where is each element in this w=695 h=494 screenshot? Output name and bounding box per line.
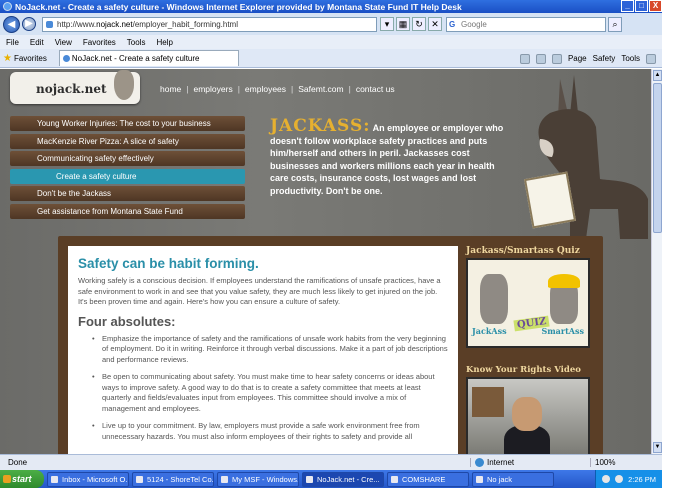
page-menu[interactable]: Page [568,54,587,63]
address-row: ◀ ▶ http://www.nojack.net/employer_habit… [0,13,662,35]
status-bar: Done Internet 100% [0,454,662,470]
clipboard-image [523,171,577,229]
content-subheading: Four absolutes: [78,313,176,329]
compat-icon[interactable]: ▦ [396,17,410,31]
tray-icon[interactable] [615,475,624,483]
menu-favorites[interactable]: Favorites [83,38,116,47]
scroll-down-icon[interactable]: ▼ [653,442,662,453]
jackass-donkey-icon [480,274,508,324]
hardhat-icon [548,274,580,288]
scroll-thumb[interactable] [653,83,662,233]
tab-row: ★ Favorites NoJack.net - Create a safety… [0,49,662,68]
scroll-up-icon[interactable]: ▲ [653,70,662,81]
taskbar: start Inbox - Microsoft O... 5124 - Shor… [0,470,662,488]
sidebar-item-assistance[interactable]: Get assistance from Montana State Fund [10,203,245,219]
tools-menu[interactable]: Tools [621,54,640,63]
nav-contact[interactable]: contact us [356,84,395,94]
print-icon[interactable] [551,53,562,64]
jackass-word: JACKASS: [270,116,371,136]
search-input[interactable]: Google [446,16,606,32]
main-content: Safety can be habit forming. Working saf… [68,246,458,454]
nav-employers[interactable]: employers [193,84,232,94]
content-intro: Working safely is a conscious decision. … [78,276,441,306]
back-button[interactable]: ◀ [3,15,20,33]
status-text: Done [8,458,28,467]
forward-button[interactable]: ▶ [22,17,36,31]
sidebar-item-mackenzie[interactable]: MacKenzie River Pizza: A slice of safety [10,133,245,149]
taskbar-item-comshare[interactable]: COMSHARE [387,471,469,487]
menu-edit[interactable]: Edit [30,38,44,47]
taskbar-item-shoretel[interactable]: 5124 - ShoreTel Co... [132,471,214,487]
address-buttons: ▾ ▦ ↻ ✕ [380,17,442,31]
sidebar-item-safety-culture[interactable]: Create a safety culture [10,168,245,184]
start-button[interactable]: start [0,470,44,488]
sidebar-item-young-worker[interactable]: Young Worker Injuries: The cost to your … [10,116,245,131]
sidebar-nav: Young Worker Injuries: The cost to your … [10,116,245,221]
refresh-icon[interactable]: ↻ [412,17,426,31]
building-image [472,387,504,417]
nav-home[interactable]: home [160,84,181,94]
dropdown-icon[interactable]: ▾ [380,17,394,31]
help-icon[interactable] [646,53,656,64]
content-heading: Safety can be habit forming. [78,256,259,271]
home-icon[interactable] [519,53,530,64]
menu-view[interactable]: View [55,38,72,47]
taskbar-item-inbox[interactable]: Inbox - Microsoft O... [47,471,129,487]
quiz-image[interactable]: JackAss QUIZ SmartAss [466,258,590,348]
close-button[interactable]: X [649,0,662,12]
web-page: nojack.net home | employers | employees | S… [0,69,651,454]
menu-bar: File Edit View Favorites Tools Help [0,35,662,49]
feeds-icon[interactable] [535,53,546,64]
list-item: Live up to your commitment. By law, empl… [92,421,448,442]
browser-window: NoJack.net - Create a safety culture - W… [0,0,695,494]
security-zone: Internet [470,458,590,467]
title-bar: NoJack.net - Create a safety culture - W… [0,0,662,13]
clock: 2:26 PM [628,474,656,484]
address-field[interactable]: http://www.nojack.net/employer_habit_for… [42,16,377,32]
list-item: Emphasize the importance of safety and t… [92,334,448,366]
favorites-button[interactable]: ★ Favorites [3,53,47,64]
vertical-scrollbar[interactable]: ▲ ▼ [651,69,662,454]
nav-employees[interactable]: employees [245,84,286,94]
video-thumbnail[interactable] [466,377,590,454]
system-tray: 2:26 PM [595,470,662,488]
zoom-level[interactable]: 100% [590,458,615,467]
ie-icon [3,2,12,11]
window-controls: _ □ X [621,0,662,13]
quiz-title: Jackass/Smartass Quiz [466,246,580,256]
menu-file[interactable]: File [6,38,19,47]
tray-icon[interactable] [602,475,611,483]
minimize-button[interactable]: _ [621,0,634,12]
menu-tools[interactable]: Tools [127,38,146,47]
person-face [512,397,542,431]
menu-help[interactable]: Help [156,38,172,47]
jackass-definition: JACKASS: An employee or employer who doe… [270,118,510,197]
stop-icon[interactable]: ✕ [428,17,442,31]
video-promo[interactable]: Know Your Rights Video [466,363,592,454]
donkey-logo-icon [114,70,134,100]
safety-menu[interactable]: Safety [593,54,616,63]
tab-active[interactable]: NoJack.net - Create a safety culture [58,50,239,66]
globe-icon [475,458,484,467]
quiz-promo[interactable]: Jackass/Smartass Quiz JackAss QUIZ Smart… [466,244,592,354]
list-item: Be open to communicating about safety. Y… [92,372,448,414]
star-icon: ★ [3,52,12,64]
maximize-button[interactable]: □ [635,0,648,12]
taskbar-item-mymsf[interactable]: My MSF - Windows... [217,471,299,487]
site-logo[interactable]: nojack.net [10,70,140,104]
absolutes-list: Emphasize the importance of safety and t… [78,334,448,443]
taskbar-item-nojack[interactable]: NoJack.net - Cre... [302,471,384,487]
video-title: Know Your Rights Video [466,365,581,375]
taskbar-item-no-jack[interactable]: No jack [472,471,554,487]
nav-safemt[interactable]: Safemt.com [298,84,343,94]
sidebar-item-communicating[interactable]: Communicating safety effectively [10,151,245,166]
window-title: NoJack.net - Create a safety culture - W… [15,1,462,12]
command-bar: Page Safety Tools [519,49,656,68]
sidebar-item-jackass[interactable]: Don't be the Jackass [10,186,245,201]
top-nav: home | employers | employees | Safemt.com | … [160,84,395,94]
search-button[interactable]: ⌕ [608,16,622,32]
